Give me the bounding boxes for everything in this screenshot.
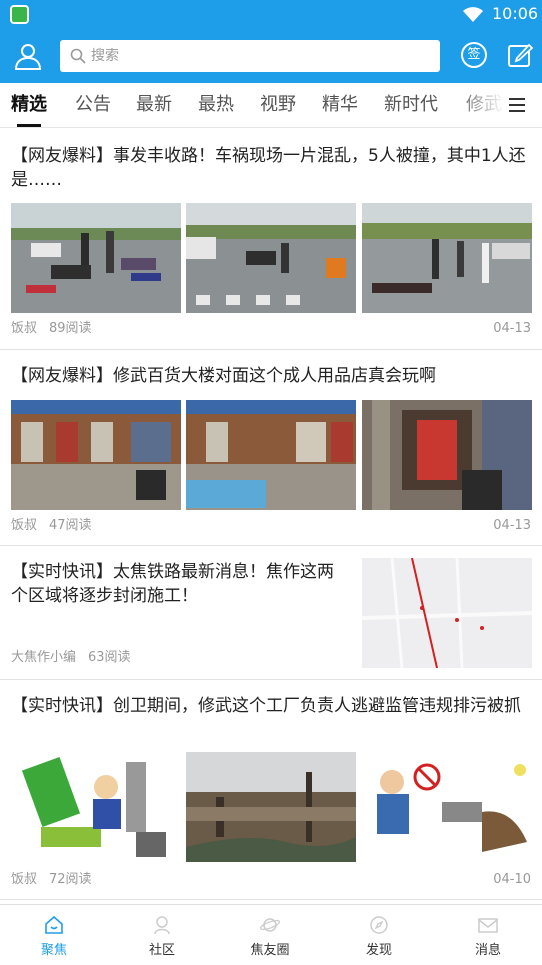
tab-fade bbox=[455, 83, 505, 127]
community-icon bbox=[154, 916, 170, 935]
search-placeholder: 搜索 bbox=[91, 48, 119, 64]
planet-icon bbox=[260, 918, 280, 932]
article-meta: 大焦作小编 63阅读 bbox=[11, 650, 131, 666]
top-bar: 搜索 签 bbox=[0, 28, 542, 83]
article-title[interactable]: 【实时快讯】创卫期间，修武这个工厂负责人逃避监管违规排污被抓 bbox=[11, 694, 527, 718]
nav-label: 焦友圈 bbox=[250, 943, 290, 958]
tab-menu-icon[interactable] bbox=[505, 83, 542, 127]
article-image[interactable] bbox=[11, 400, 181, 510]
nav-focus[interactable]: 聚焦 bbox=[0, 905, 108, 965]
search-icon bbox=[70, 48, 86, 64]
nav-discover[interactable]: 发现 bbox=[325, 905, 433, 965]
article-card[interactable]: 【实时快讯】创卫期间，修武这个工厂负责人逃避监管违规排污被抓 饭叔 72阅读 0… bbox=[0, 680, 542, 900]
user-profile-icon[interactable] bbox=[14, 42, 42, 70]
tab-xinshidai[interactable]: 新时代 bbox=[384, 94, 438, 116]
article-title[interactable]: 【实时快讯】太焦铁路最新消息！焦作这两个区域将逐步封闭施工！ bbox=[11, 560, 341, 608]
tab-gonggao[interactable]: 公告 bbox=[75, 94, 111, 116]
tab-shiye[interactable]: 视野 bbox=[260, 94, 296, 116]
article-image[interactable] bbox=[362, 558, 532, 668]
article-meta: 饭叔 47阅读 bbox=[11, 518, 92, 534]
article-image[interactable] bbox=[362, 752, 532, 862]
article-reads: 47阅读 bbox=[49, 518, 92, 533]
article-author: 大焦作小编 bbox=[11, 650, 77, 665]
app-notification-icon bbox=[10, 5, 29, 24]
edit-icon[interactable] bbox=[507, 42, 533, 68]
tab-jingxuan[interactable]: 精选 bbox=[11, 94, 47, 116]
article-image[interactable] bbox=[186, 400, 356, 510]
article-image[interactable] bbox=[186, 203, 356, 313]
article-date: 04-13 bbox=[493, 518, 531, 533]
article-image[interactable] bbox=[362, 400, 532, 510]
bottom-navigation: 聚焦 社区 焦友圈 发现 消息 bbox=[0, 904, 542, 964]
article-image[interactable] bbox=[362, 203, 532, 313]
nav-messages[interactable]: 消息 bbox=[434, 905, 542, 965]
article-reads: 89阅读 bbox=[49, 321, 92, 336]
article-author: 饭叔 bbox=[11, 872, 38, 887]
article-reads: 72阅读 bbox=[49, 872, 92, 887]
status-time: 10:06 bbox=[492, 4, 539, 23]
nav-community[interactable]: 社区 bbox=[108, 905, 216, 965]
article-date: 04-13 bbox=[493, 321, 531, 336]
article-meta: 饭叔 89阅读 bbox=[11, 321, 92, 337]
article-date: 04-10 bbox=[493, 872, 531, 887]
article-image[interactable] bbox=[11, 203, 181, 313]
article-card[interactable]: 【网友爆料】事发丰收路！车祸现场一片混乱，5人被撞，其中1人还是…… 饭叔 89… bbox=[0, 128, 542, 350]
nav-label: 社区 bbox=[148, 943, 175, 958]
category-tabs: 精选 公告 最新 最热 视野 精华 新时代 修武 bbox=[0, 83, 542, 128]
article-card[interactable]: 【实时快讯】太焦铁路最新消息！焦作这两个区域将逐步封闭施工！ 大焦作小编 63阅读 bbox=[0, 546, 542, 680]
article-meta: 饭叔 72阅读 bbox=[11, 872, 92, 888]
nav-label: 聚焦 bbox=[40, 943, 67, 958]
article-card[interactable]: 【网友爆料】修武百货大楼对面这个成人用品店真会玩啊 饭叔 47阅读 04-13 bbox=[0, 350, 542, 546]
article-image[interactable] bbox=[11, 752, 181, 862]
tab-jinghua[interactable]: 精华 bbox=[322, 94, 358, 116]
search-input[interactable]: 搜索 bbox=[60, 40, 440, 72]
mail-icon bbox=[478, 918, 498, 933]
nav-friends-circle[interactable]: 焦友圈 bbox=[216, 905, 324, 965]
article-reads: 63阅读 bbox=[88, 650, 131, 665]
wifi-icon bbox=[463, 7, 483, 22]
article-title[interactable]: 【网友爆料】修武百货大楼对面这个成人用品店真会玩啊 bbox=[11, 364, 527, 388]
tab-zuire[interactable]: 最热 bbox=[198, 94, 234, 116]
sign-in-button[interactable]: 签 bbox=[461, 42, 487, 68]
nav-label: 发现 bbox=[365, 943, 392, 958]
nav-label: 消息 bbox=[474, 943, 501, 958]
article-image[interactable] bbox=[186, 752, 356, 862]
tab-zuixin[interactable]: 最新 bbox=[136, 94, 172, 116]
article-author: 饭叔 bbox=[11, 518, 38, 533]
active-tab-indicator bbox=[17, 124, 41, 127]
home-icon bbox=[45, 915, 63, 934]
article-title[interactable]: 【网友爆料】事发丰收路！车祸现场一片混乱，5人被撞，其中1人还是…… bbox=[11, 144, 527, 192]
compass-icon bbox=[370, 916, 388, 934]
article-author: 饭叔 bbox=[11, 321, 38, 336]
news-feed: 【网友爆料】事发丰收路！车祸现场一片混乱，5人被撞，其中1人还是…… 饭叔 89… bbox=[0, 128, 542, 904]
status-bar: 10:06 bbox=[0, 0, 542, 28]
